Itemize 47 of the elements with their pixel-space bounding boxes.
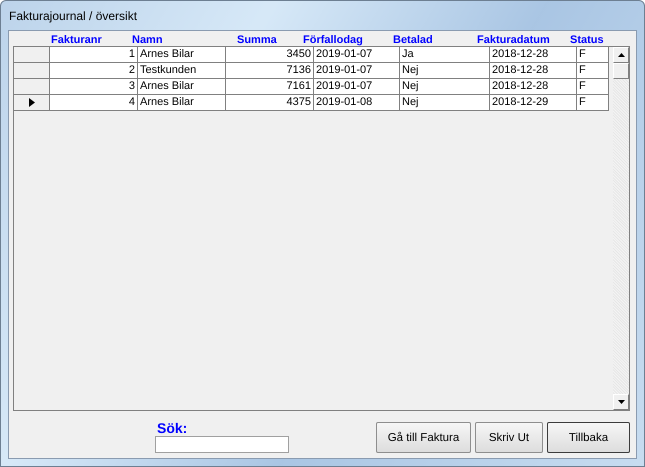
- table-cell: 7161: [226, 79, 314, 95]
- column-header: Förfallodag: [303, 34, 364, 46]
- action-button[interactable]: Tillbaka: [547, 422, 630, 453]
- action-button[interactable]: Skriv Ut: [475, 422, 543, 453]
- table-cell: Arnes Bilar: [138, 95, 226, 111]
- table-cell: F: [577, 79, 609, 95]
- table-cell: 2018-12-29: [490, 95, 577, 111]
- table-cell: Ja: [400, 47, 490, 63]
- window-title: Fakturajournal / översikt: [9, 8, 138, 22]
- table-cell: 4375: [226, 95, 314, 111]
- row-selector[interactable]: [14, 95, 50, 111]
- table-cell: 2019-01-08: [314, 95, 400, 111]
- table-cell: 7136: [226, 63, 314, 79]
- scrollbar[interactable]: [613, 47, 629, 410]
- table-cell: F: [577, 95, 609, 111]
- table-cell: Arnes Bilar: [138, 79, 226, 95]
- table-cell: 1: [50, 47, 138, 63]
- scrollbar-thumb[interactable]: [613, 63, 629, 79]
- table-cell: 2019-01-07: [314, 63, 400, 79]
- down-arrow-icon: [618, 400, 624, 404]
- table-cell: Nej: [400, 79, 490, 95]
- table-cell: 4: [50, 95, 138, 111]
- table-cell: 2019-01-07: [314, 47, 400, 63]
- action-button[interactable]: Gå till Faktura: [376, 422, 471, 453]
- table-cell: 2018-12-28: [490, 63, 577, 79]
- table-cell: Nej: [400, 63, 490, 79]
- table-cell: F: [577, 63, 609, 79]
- table-cell: F: [577, 47, 609, 63]
- table-cell: 2018-12-28: [490, 79, 577, 95]
- column-header: Namn: [132, 34, 164, 46]
- search-field[interactable]: [155, 436, 289, 453]
- column-header: Fakturanr: [51, 34, 103, 46]
- table-cell: 2019-01-07: [314, 79, 400, 95]
- column-header: Fakturadatum: [477, 34, 551, 46]
- table-cell: 2: [50, 63, 138, 79]
- column-header: Betalad: [393, 34, 434, 46]
- table-cell: 2018-12-28: [490, 47, 577, 63]
- table-cell: Testkunden: [138, 63, 226, 79]
- table-cell: 3: [50, 79, 138, 95]
- column-header: Status: [570, 34, 605, 46]
- up-arrow-icon: [618, 53, 624, 57]
- table-cell: Nej: [400, 95, 490, 111]
- search-label: Sök:: [156, 421, 188, 436]
- table-cell: 3450: [226, 47, 314, 63]
- row-pointer-icon: [28, 98, 34, 107]
- column-header: Summa: [237, 34, 278, 46]
- table-cell: Arnes Bilar: [138, 47, 226, 63]
